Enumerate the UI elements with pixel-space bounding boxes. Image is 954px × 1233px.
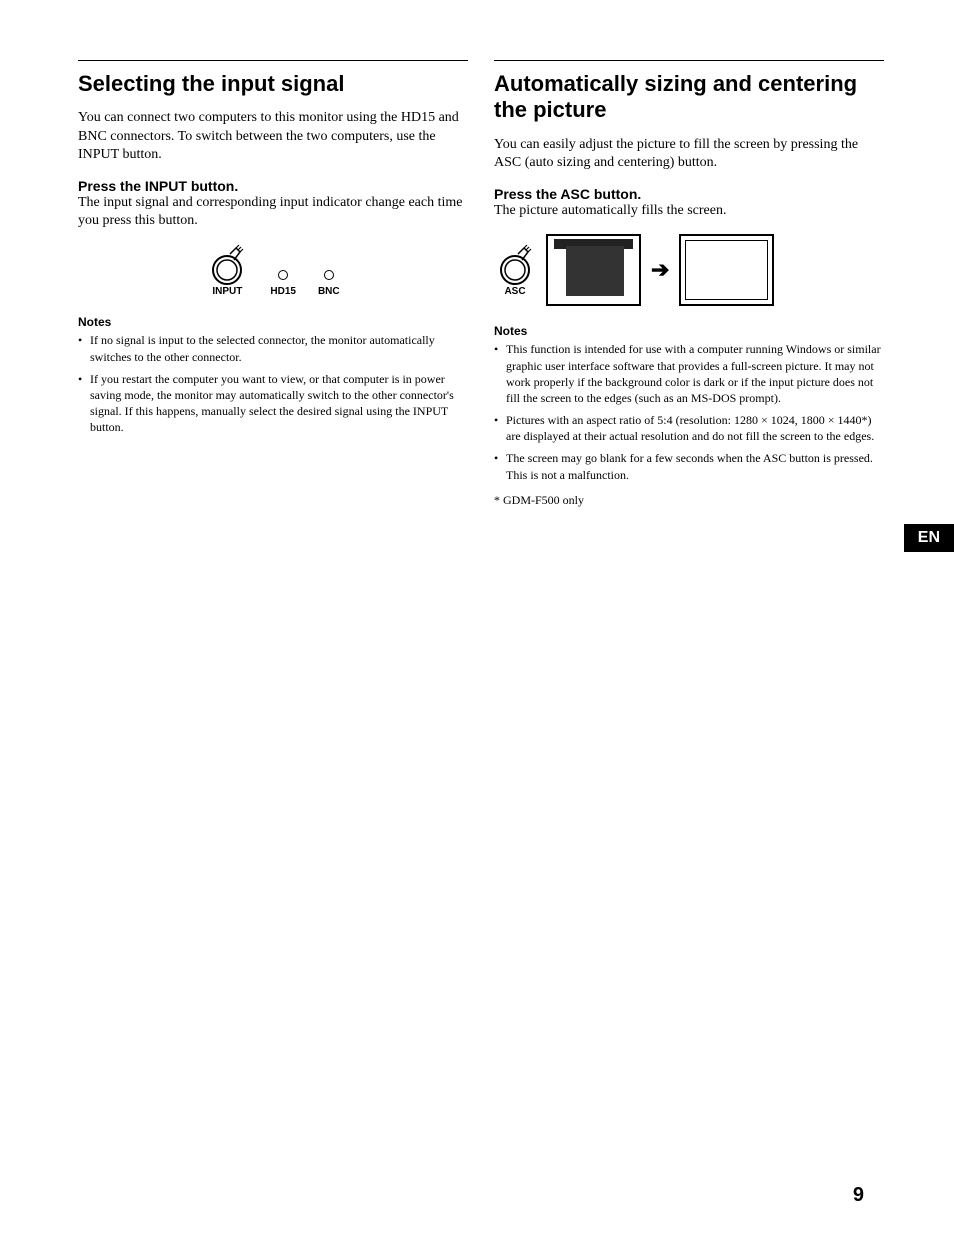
language-tab: EN — [904, 524, 954, 552]
list-item: Pictures with an aspect ratio of 5:4 (re… — [494, 412, 884, 444]
intro-left: You can connect two computers to this mo… — [78, 109, 468, 164]
notes-list-left: If no signal is input to the selected co… — [78, 332, 468, 435]
list-item: If you restart the computer you want to … — [78, 371, 468, 436]
subhead-right: Press the ASC button. — [494, 186, 884, 202]
list-item: The screen may go blank for a few second… — [494, 450, 884, 482]
asc-label: ASC — [504, 286, 525, 297]
input-label: INPUT — [212, 286, 242, 297]
press-button-icon — [494, 244, 536, 286]
left-column: Selecting the input signal You can conne… — [78, 60, 468, 508]
subhead-left: Press the INPUT button. — [78, 178, 468, 194]
press-button-icon — [206, 244, 248, 286]
screen-after-icon — [679, 234, 774, 306]
right-column: Automatically sizing and centering the p… — [494, 60, 884, 508]
asc-diagram: ASC ➔ — [494, 234, 884, 306]
list-item: If no signal is input to the selected co… — [78, 332, 468, 364]
subbody-right: The picture automatically fills the scre… — [494, 202, 884, 220]
bnc-label: BNC — [318, 286, 340, 297]
list-item: This function is intended for use with a… — [494, 341, 884, 406]
page-number: 9 — [853, 1184, 864, 1207]
hd15-label: HD15 — [270, 286, 296, 297]
input-diagram: INPUT HD15 BNC — [78, 244, 468, 297]
hd15-led-icon — [278, 270, 288, 280]
subbody-left: The input signal and corresponding input… — [78, 194, 468, 230]
notes-head-left: Notes — [78, 315, 468, 329]
notes-list-right: This function is intended for use with a… — [494, 341, 884, 483]
intro-right: You can easily adjust the picture to fil… — [494, 136, 884, 172]
arrow-icon: ➔ — [651, 257, 669, 283]
notes-head-right: Notes — [494, 324, 884, 338]
section-title-left: Selecting the input signal — [78, 60, 468, 97]
screen-before-icon — [546, 234, 641, 306]
footnote: * GDM-F500 only — [494, 493, 884, 508]
section-title-right: Automatically sizing and centering the p… — [494, 60, 884, 124]
bnc-led-icon — [324, 270, 334, 280]
